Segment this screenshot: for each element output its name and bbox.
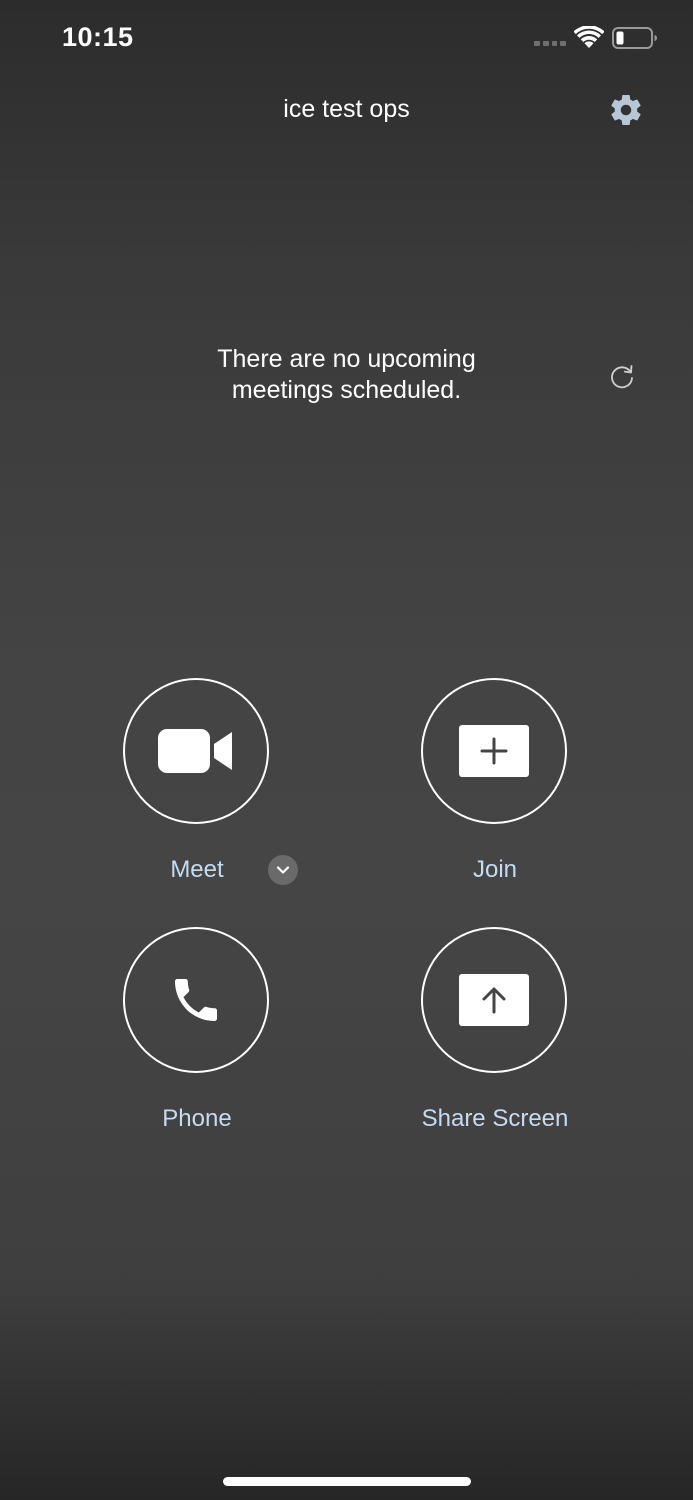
gear-icon xyxy=(611,94,641,125)
phone-button[interactable] xyxy=(123,927,269,1073)
plus-box-icon xyxy=(459,725,529,777)
signal-icon xyxy=(534,41,566,47)
wifi-icon xyxy=(574,26,604,48)
no-meetings-line-2: meetings scheduled. xyxy=(231,376,462,404)
home-indicator[interactable] xyxy=(223,1477,471,1486)
no-meetings-line-1: There are no upcoming xyxy=(217,345,476,373)
phone-icon xyxy=(175,979,217,1021)
join-button[interactable] xyxy=(421,678,567,824)
battery-icon xyxy=(612,27,657,49)
video-camera-icon xyxy=(158,729,232,773)
meet-options-button[interactable] xyxy=(268,855,298,885)
share-screen-label: Share Screen xyxy=(421,1105,569,1132)
phone-label: Phone xyxy=(162,1105,232,1132)
no-meetings-message: There are no upcoming meetings scheduled… xyxy=(0,344,693,406)
settings-button[interactable] xyxy=(604,88,648,132)
refresh-button[interactable] xyxy=(604,358,640,394)
upload-box-icon xyxy=(459,974,529,1026)
chevron-down-icon xyxy=(276,866,290,874)
home-screen: 10:15 ice test ops There are no upcoming… xyxy=(0,0,693,1500)
account-title: ice test ops xyxy=(283,95,410,123)
share-screen-button[interactable] xyxy=(421,927,567,1073)
status-time: 10:15 xyxy=(62,22,134,52)
meet-button[interactable] xyxy=(123,678,269,824)
refresh-icon xyxy=(611,365,633,389)
join-label: Join xyxy=(472,856,518,883)
